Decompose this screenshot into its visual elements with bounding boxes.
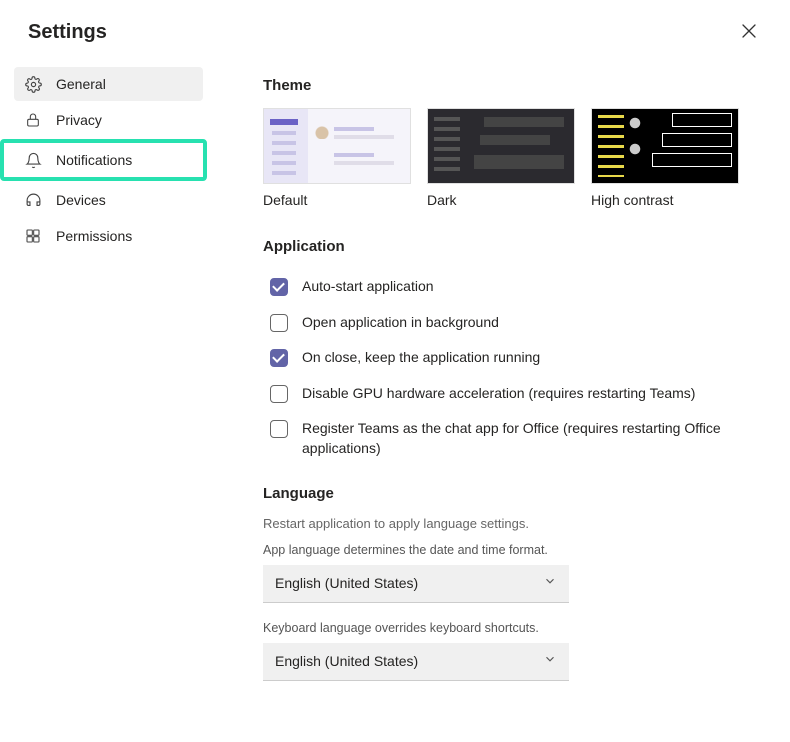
sidebar-item-label: Permissions [56, 228, 132, 244]
settings-main: Theme Default Dark High contrast Applica… [215, 59, 790, 741]
close-button[interactable] [736, 18, 762, 47]
checkbox-label: On close, keep the application running [302, 348, 540, 368]
sidebar-item-label: General [56, 76, 106, 92]
select-value: English (United States) [275, 653, 418, 669]
app-language-label: App language determines the date and tim… [263, 543, 770, 557]
theme-option-dark[interactable]: Dark [427, 108, 575, 208]
theme-label: Dark [427, 192, 575, 208]
application-section-title: Application [263, 238, 770, 255]
gear-icon [24, 75, 42, 93]
sidebar-item-label: Notifications [56, 152, 132, 168]
apps-icon [24, 227, 42, 245]
checkbox-label: Auto-start application [302, 277, 434, 297]
settings-sidebar: General Privacy Notifications Devices Pe… [0, 59, 215, 741]
checkbox-open-background[interactable] [270, 314, 288, 332]
headset-icon [24, 191, 42, 209]
app-language-select[interactable]: English (United States) [263, 565, 569, 603]
checkbox-label: Disable GPU hardware acceleration (requi… [302, 384, 695, 404]
checkbox-autostart[interactable] [270, 278, 288, 296]
sidebar-item-label: Devices [56, 192, 106, 208]
keyboard-language-label: Keyboard language overrides keyboard sho… [263, 621, 770, 635]
theme-option-default[interactable]: Default [263, 108, 411, 208]
chevron-down-icon [543, 574, 557, 593]
theme-preview-default [263, 108, 411, 184]
theme-preview-high-contrast [591, 108, 739, 184]
page-title: Settings [28, 21, 107, 44]
bell-icon [24, 151, 42, 169]
sidebar-item-general[interactable]: General [14, 67, 203, 101]
lock-icon [24, 111, 42, 129]
checkbox-keep-running[interactable] [270, 349, 288, 367]
theme-section-title: Theme [263, 77, 770, 94]
sidebar-item-permissions[interactable]: Permissions [14, 219, 203, 253]
theme-label: Default [263, 192, 411, 208]
language-note: Restart application to apply language se… [263, 516, 770, 531]
checkbox-disable-gpu[interactable] [270, 385, 288, 403]
sidebar-item-privacy[interactable]: Privacy [14, 103, 203, 137]
theme-preview-dark [427, 108, 575, 184]
checkbox-register-office[interactable] [270, 420, 288, 438]
select-value: English (United States) [275, 575, 418, 591]
sidebar-item-label: Privacy [56, 112, 102, 128]
sidebar-item-notifications[interactable]: Notifications [0, 139, 207, 181]
sidebar-item-devices[interactable]: Devices [14, 183, 203, 217]
language-section-title: Language [263, 485, 770, 502]
checkbox-label: Open application in background [302, 313, 499, 333]
theme-label: High contrast [591, 192, 739, 208]
theme-option-high-contrast[interactable]: High contrast [591, 108, 739, 208]
keyboard-language-select[interactable]: English (United States) [263, 643, 569, 681]
close-icon [742, 26, 756, 41]
checkbox-label: Register Teams as the chat app for Offic… [302, 419, 742, 458]
chevron-down-icon [543, 652, 557, 671]
